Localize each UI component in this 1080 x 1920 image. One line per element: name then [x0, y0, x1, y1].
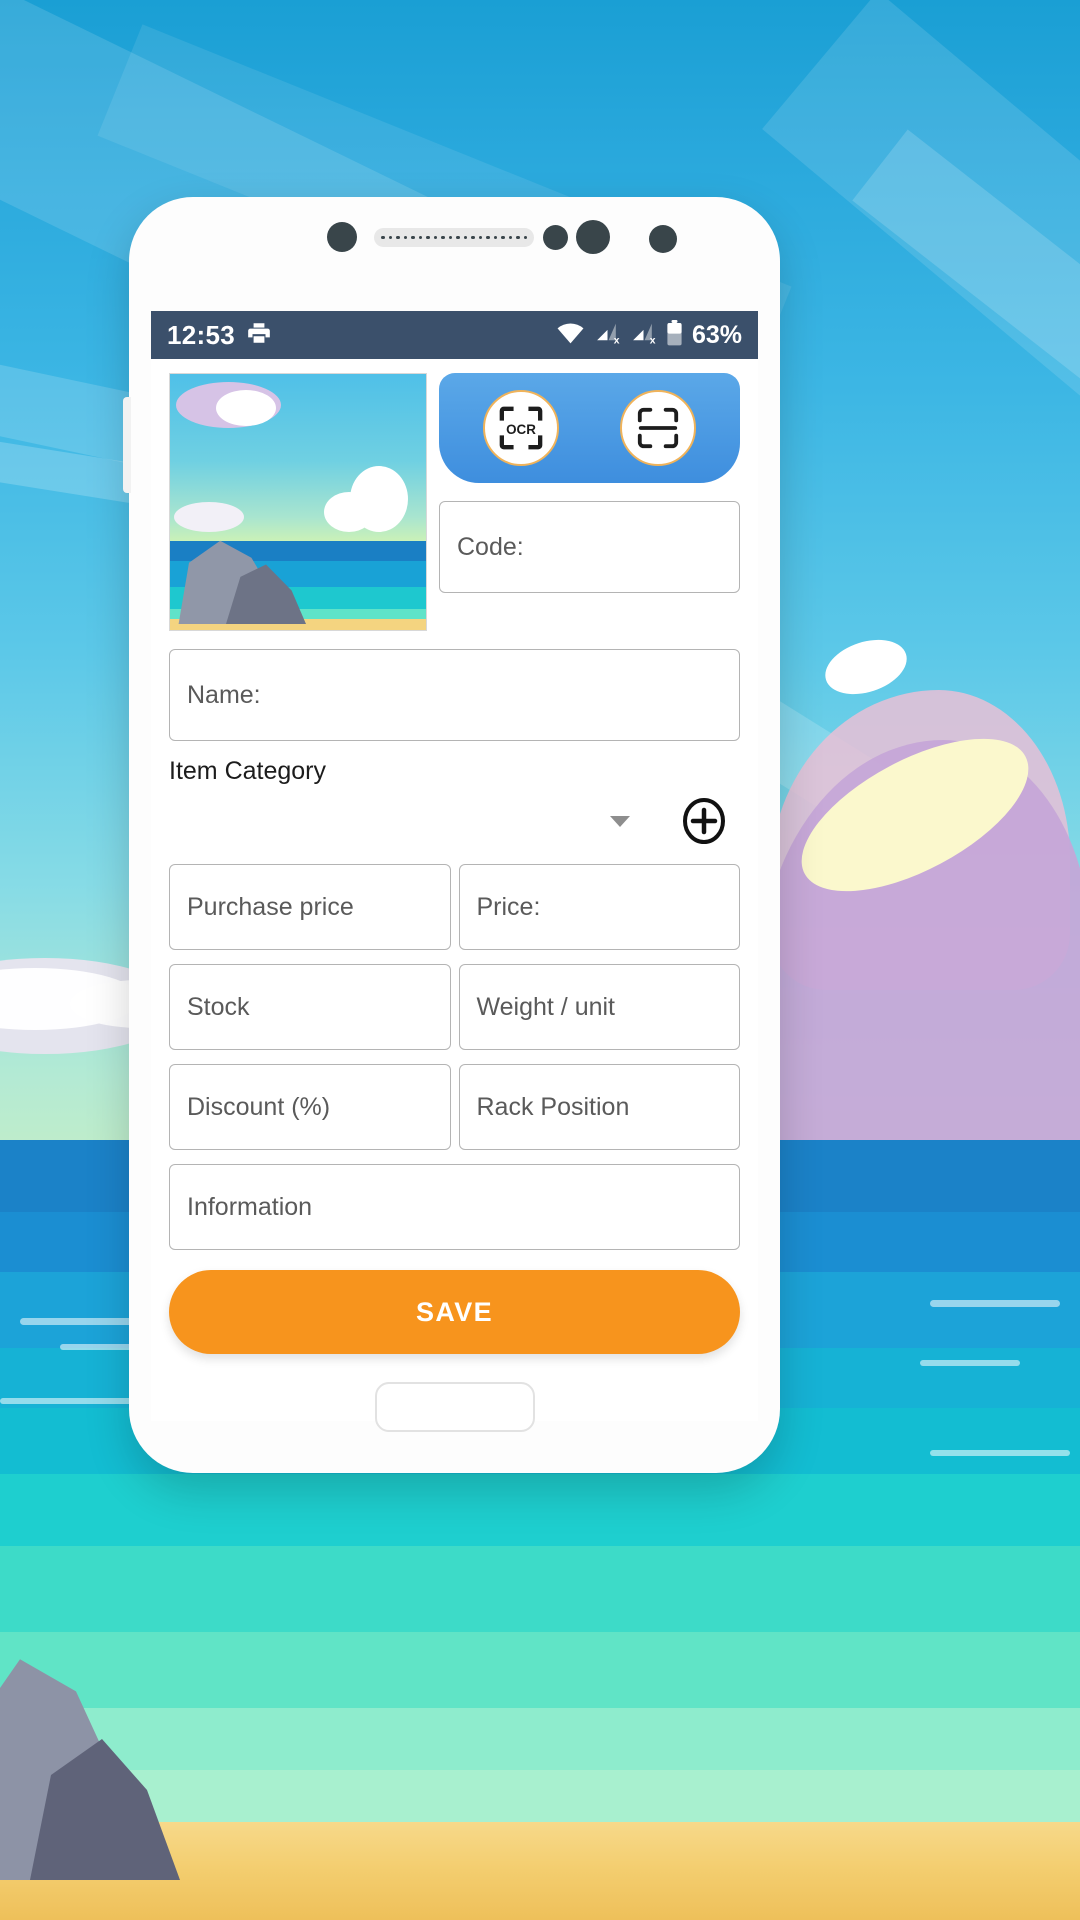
thumb-cloud-white	[216, 390, 276, 426]
item-category-dropdown[interactable]	[169, 792, 638, 850]
purchase-price-input[interactable]: Purchase price	[169, 864, 451, 950]
sensor-dot	[576, 220, 610, 254]
discount-input[interactable]: Discount (%)	[169, 1064, 451, 1150]
battery-icon	[666, 319, 683, 351]
sea-foam	[930, 1450, 1070, 1456]
ocean-band	[0, 1474, 1080, 1546]
wifi-icon	[556, 321, 585, 350]
proximity-sensor-dot	[543, 225, 568, 250]
sensor-dot	[649, 225, 677, 253]
printer-icon	[246, 320, 272, 351]
discount-row: Discount (%) Rack Position	[169, 1064, 740, 1150]
sea-foam	[930, 1300, 1060, 1307]
name-placeholder: Name:	[187, 680, 261, 709]
code-placeholder: Code:	[457, 532, 524, 561]
thumb-cloud-white	[174, 502, 244, 532]
price-input[interactable]: Price:	[458, 864, 740, 950]
status-bar: 12:53 x x 63%	[151, 311, 758, 359]
rack-position-placeholder: Rack Position	[476, 1092, 630, 1121]
discount-placeholder: Discount (%)	[187, 1092, 331, 1121]
chevron-down-icon	[610, 815, 630, 827]
rack-position-input[interactable]: Rack Position	[458, 1064, 740, 1150]
name-input[interactable]: Name:	[169, 649, 740, 741]
scan-actions-panel: OCR	[439, 373, 740, 483]
white-cloud	[818, 630, 914, 704]
add-category-button[interactable]	[680, 797, 728, 845]
signal-no-sim-icon: x	[594, 321, 621, 350]
stock-input[interactable]: Stock	[169, 964, 451, 1050]
svg-text:x: x	[650, 335, 656, 345]
right-column: OCR Code:	[439, 373, 740, 593]
barcode-scan-button[interactable]	[619, 390, 696, 466]
ocr-scan-button[interactable]: OCR	[483, 390, 560, 466]
status-bar-left: 12:53	[167, 320, 272, 351]
item-category-row	[169, 792, 740, 850]
status-bar-right: x x 63%	[556, 319, 742, 351]
purchase-price-placeholder: Purchase price	[187, 892, 354, 921]
svg-text:OCR: OCR	[506, 422, 536, 437]
price-row: Purchase price Price:	[169, 864, 740, 950]
navigation-bar	[151, 1359, 758, 1455]
svg-text:x: x	[614, 335, 620, 345]
home-indicator[interactable]	[374, 1382, 535, 1432]
form-content: OCR Code: Name: Item Category Purchase p…	[151, 359, 758, 1354]
ocean-band	[0, 1770, 1080, 1822]
phone-top-bezel	[129, 197, 780, 309]
stock-row: Stock Weight / unit	[169, 964, 740, 1050]
thumb-cloud-white	[324, 492, 374, 532]
code-input[interactable]: Code:	[439, 501, 740, 593]
status-clock: 12:53	[167, 319, 235, 350]
item-category-label: Item Category	[169, 757, 327, 785]
phone-device-frame: 12:53 x x 63% OCR Code: Name: Item Categ…	[123, 197, 780, 1473]
ocean-band	[0, 1546, 1080, 1632]
ocean-band	[0, 1708, 1080, 1770]
sea-foam	[20, 1318, 140, 1325]
stock-placeholder: Stock	[187, 992, 250, 1021]
volume-button[interactable]	[123, 397, 131, 493]
earpiece-speaker	[374, 228, 534, 247]
information-input[interactable]: Information	[169, 1164, 740, 1250]
ocean-band	[0, 1632, 1080, 1708]
weight-unit-input[interactable]: Weight / unit	[458, 964, 740, 1050]
save-button[interactable]: SAVE	[169, 1270, 740, 1354]
information-placeholder: Information	[187, 1192, 313, 1221]
weight-unit-placeholder: Weight / unit	[476, 992, 616, 1021]
photo-and-actions-row: OCR Code:	[169, 373, 740, 631]
price-placeholder: Price:	[476, 892, 541, 921]
battery-percentage: 63%	[691, 320, 742, 349]
front-camera-dot	[327, 222, 357, 252]
item-photo-thumbnail[interactable]	[169, 373, 427, 631]
sea-foam	[920, 1360, 1020, 1366]
phone-screen: 12:53 x x 63% OCR Code: Name: Item Categ…	[151, 311, 758, 1421]
sea-foam	[0, 1398, 150, 1404]
signal-no-sim-icon: x	[630, 321, 657, 350]
